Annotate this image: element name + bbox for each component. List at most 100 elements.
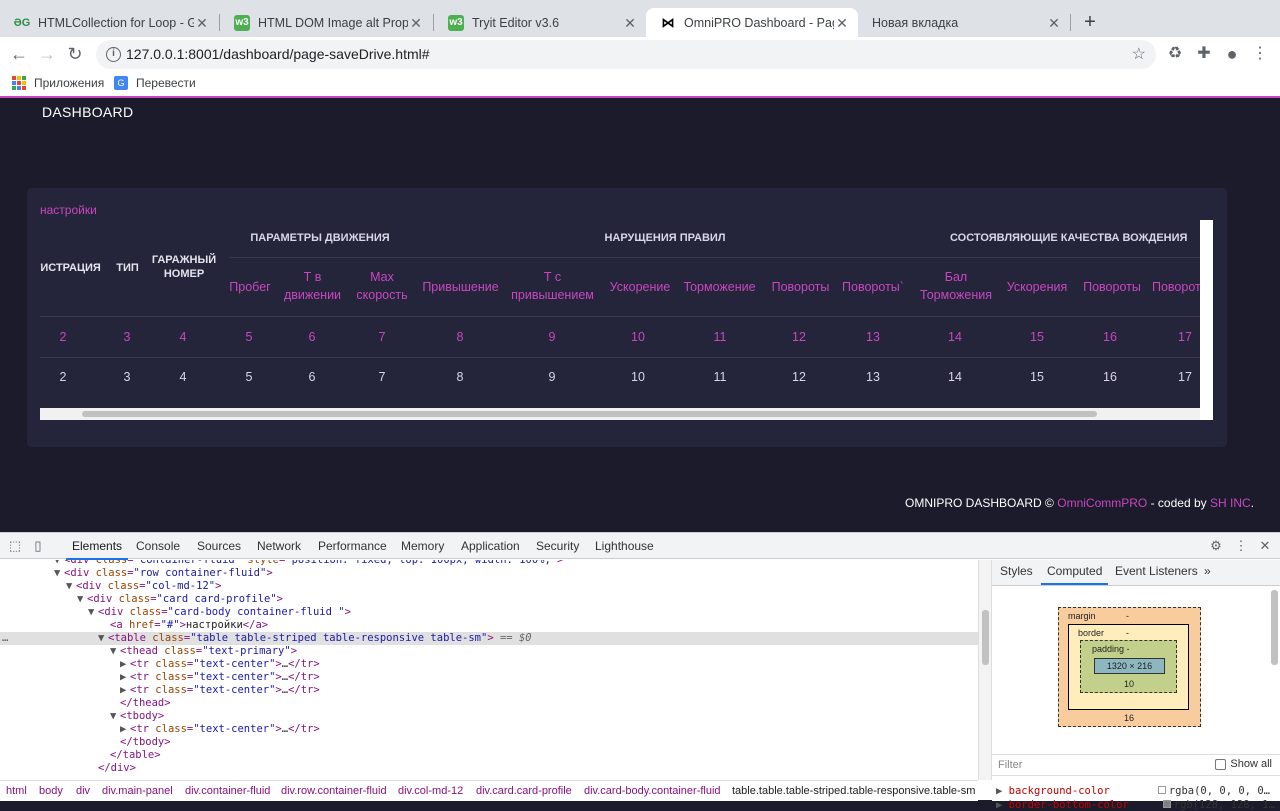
browser-tab-4-active[interactable]: ⋈ OmniPRO Dashboard - Page Bl ✕ — [646, 8, 858, 37]
dom-node[interactable]: ▼ <div class="row container-fluid"> — [54, 567, 273, 580]
subheader-speeding: Привышение — [422, 280, 499, 294]
forward-icon[interactable]: → — [35, 42, 59, 66]
devtools-tab-performance[interactable]: Performance — [318, 539, 387, 553]
header-type: ТИП — [116, 262, 139, 274]
table-horizontal-scrollbar[interactable] — [40, 408, 1200, 420]
profile-avatar-icon[interactable]: ● — [1222, 44, 1242, 64]
breadcrumb-item[interactable]: div.col-md-12 — [398, 785, 463, 797]
table-cell: 13 — [866, 330, 880, 344]
breadcrumb-item[interactable]: div.row.container-fluid — [281, 785, 387, 797]
computed-property[interactable]: ▶ border-bottom-color rgb(128, 128, 1… — [996, 799, 1275, 811]
sidebar-tab-styles[interactable]: Styles — [1000, 564, 1033, 578]
close-tab-icon[interactable]: ✕ — [622, 15, 638, 31]
browser-tab-5[interactable]: Новая вкладка ✕ — [858, 8, 1070, 37]
table-cell: 15 — [1030, 370, 1044, 384]
table-cell: 5 — [245, 330, 253, 344]
browser-tab-1[interactable]: ƏG HTMLCollection for Loop - Gee ✕ — [0, 8, 218, 37]
devtools-tab-application[interactable]: Application — [461, 539, 520, 553]
devtools-tab-console[interactable]: Console — [136, 539, 180, 553]
table-responsive: ПАРАМЕТРЫ ДВИЖЕНИЯ НАРУЩЕНИЯ ПРАВИЛ СОСТ… — [40, 220, 1200, 408]
dom-node[interactable]: ▼ <div class="col-md-12"> — [66, 580, 221, 593]
footer-link-omnicomm[interactable]: OmniCommPRO — [1057, 496, 1147, 510]
address-bar[interactable]: i 127.0.0.1:8001/dashboard/page-saveDriv… — [96, 40, 1156, 69]
dom-node-selected[interactable]: … ▼ <table class="table table-striped tabl… — [0, 632, 978, 645]
table-cell: 6 — [308, 370, 316, 384]
dom-node[interactable]: <a href="#">настройки</a> — [110, 619, 268, 632]
site-info-icon[interactable]: i — [106, 47, 121, 62]
sidebar-scrollbar[interactable] — [1271, 590, 1278, 665]
reload-icon[interactable]: ↻ — [63, 42, 87, 66]
close-tab-icon[interactable]: ✕ — [834, 15, 850, 31]
bookmark-translate[interactable]: G Перевести — [114, 76, 196, 90]
dom-node[interactable]: ▶ <tr class="text-center">…</tr> — [120, 658, 320, 671]
devtools-menu-icon[interactable]: ⋮ — [1233, 538, 1249, 554]
breadcrumb-item[interactable]: div.card-body.container-fluid — [584, 785, 721, 797]
subheader-moving-time: Т в движении — [283, 270, 342, 302]
breadcrumb-item[interactable]: div.main-panel — [102, 785, 173, 797]
checkbox-icon[interactable] — [1215, 758, 1227, 770]
table-cell: 17 — [1178, 330, 1192, 344]
box-model-diagram: 1320 × 216 margin - border - padding - 1… — [1058, 607, 1201, 727]
dom-node[interactable]: </div> — [98, 762, 136, 775]
close-devtools-icon[interactable]: ✕ — [1257, 538, 1273, 554]
breadcrumb-item[interactable]: div — [76, 785, 90, 797]
dom-node[interactable]: ▼ <div class="card-body container-fluid "… — [88, 606, 351, 619]
close-tab-icon[interactable]: ✕ — [194, 15, 210, 31]
breadcrumb-item[interactable]: body — [39, 785, 63, 797]
subheader-acceleration: Ускорение — [609, 280, 671, 294]
group-header-quality: СОСТОЯВЛЯЮЩИЕ КАЧЕСТВА ВОЖДЕНИЯ — [950, 232, 1188, 244]
footer-link-sh-inc[interactable]: SH INC — [1210, 496, 1251, 510]
device-toolbar-icon[interactable]: ▯ — [30, 538, 46, 554]
close-tab-icon[interactable]: ✕ — [408, 15, 424, 31]
table-cell: 7 — [378, 330, 386, 344]
url-text[interactable]: 127.0.0.1:8001/dashboard/page-saveDrive.… — [126, 46, 430, 62]
browser-tab-3[interactable]: w3 Tryit Editor v3.6 ✕ — [434, 8, 646, 37]
bookmark-star-icon[interactable]: ☆ — [1132, 44, 1146, 64]
dom-node[interactable]: ▶ <tr class="text-center">…</tr> — [120, 723, 320, 736]
page-title: DASHBOARD — [42, 104, 134, 120]
breadcrumb-item[interactable]: html — [6, 785, 27, 797]
dom-node[interactable]: </thead> — [120, 697, 171, 710]
devtools-tab-lighthouse[interactable]: Lighthouse — [595, 539, 654, 553]
more-tabs-chevron-icon[interactable]: » — [1204, 564, 1211, 578]
header-registration: ГИСТРАЦИЯ — [40, 262, 101, 274]
bowtie-icon: ⋈ — [661, 14, 675, 30]
elements-scrollbar[interactable] — [978, 560, 992, 780]
settings-gear-icon[interactable]: ⚙ — [1208, 538, 1224, 554]
table-cell: 9 — [548, 330, 556, 344]
sidebar-tab-computed[interactable]: Computed — [1040, 564, 1109, 585]
browser-tab-2[interactable]: w3 HTML DOM Image alt Property ✕ — [220, 8, 432, 37]
new-tab-button[interactable]: + — [1078, 11, 1102, 35]
extensions-puzzle-icon[interactable]: ✚ — [1194, 44, 1214, 64]
dom-node[interactable]: ▼ <div class="card card-profile"> — [77, 593, 283, 606]
breadcrumb-item-current[interactable]: table.table.table-striped.table-responsi… — [732, 785, 975, 797]
devtools-tab-network[interactable]: Network — [257, 539, 301, 553]
table-cell: 4 — [179, 330, 187, 344]
dom-node[interactable]: ▼ <thead class="text-primary"> — [110, 645, 297, 658]
devtools-tab-memory[interactable]: Memory — [401, 539, 444, 553]
dom-node[interactable]: ▶ <tr class="text-center">…</tr> — [120, 684, 320, 697]
table-cell: 2 — [59, 330, 67, 344]
sidebar-tab-event-listeners[interactable]: Event Listeners — [1115, 564, 1198, 578]
devtools-tab-sources[interactable]: Sources — [197, 539, 241, 553]
dom-node[interactable]: ▼ <tbody> — [110, 710, 164, 723]
dom-node[interactable]: ▶ <tr class="text-center">…</tr> — [120, 671, 320, 684]
group-header-violations: НАРУЩЕНИЯ ПРАВИЛ — [604, 232, 726, 244]
dom-node[interactable]: </tbody> — [120, 736, 171, 749]
computed-property[interactable]: ▶ background-color rgba(0, 0, 0, 0… — [996, 785, 1270, 797]
scrollbar-thumb[interactable] — [82, 411, 1097, 417]
back-icon[interactable]: ← — [7, 42, 31, 66]
recycle-extension-icon[interactable]: ♻ — [1165, 44, 1185, 64]
devtools-tab-elements[interactable]: Elements — [65, 539, 129, 560]
close-tab-icon[interactable]: ✕ — [1046, 15, 1062, 31]
inspect-element-icon[interactable]: ⬚ — [7, 538, 23, 554]
dom-node[interactable]: ▼ <div class="container-fluid" style="pos… — [54, 560, 563, 567]
bookmark-apps[interactable]: Приложения — [12, 76, 104, 90]
settings-link[interactable]: настройки — [40, 203, 97, 217]
menu-kebab-icon[interactable]: ⋮ — [1250, 44, 1270, 64]
breadcrumb-item[interactable]: div.container-fluid — [185, 785, 270, 797]
devtools-tab-security[interactable]: Security — [536, 539, 579, 553]
show-all-checkbox[interactable]: Show all — [1215, 758, 1272, 770]
dom-node[interactable]: </table> — [110, 749, 161, 762]
breadcrumb-item[interactable]: div.card.card-profile — [476, 785, 572, 797]
